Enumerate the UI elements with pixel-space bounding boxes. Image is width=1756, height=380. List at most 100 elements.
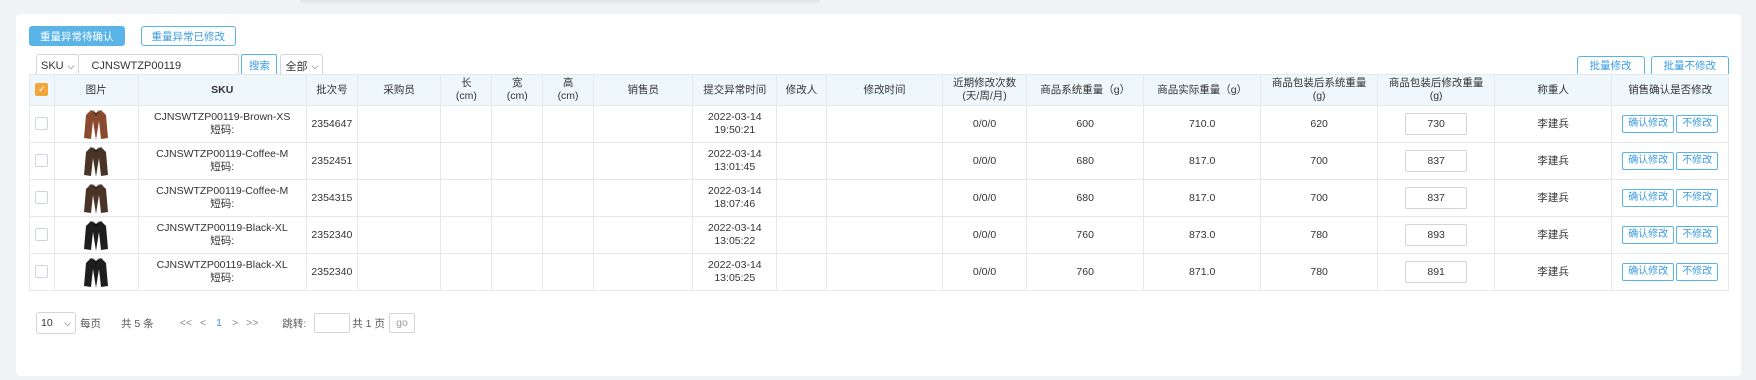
confirm-modify-button[interactable]: 确认修改 bbox=[1622, 226, 1675, 244]
submit-date: 2022-03-14 bbox=[707, 111, 762, 123]
reject-modify-button[interactable]: 不修改 bbox=[1676, 226, 1719, 244]
row-checkbox[interactable] bbox=[35, 154, 49, 168]
modify-time-cell bbox=[825, 105, 944, 143]
pkg-mod-weight-input[interactable]: 837 bbox=[1405, 150, 1468, 172]
col-pkg-sys-weight: 商品包装后系统重量 (g) bbox=[1259, 74, 1379, 106]
actual-weight-cell: 817.0 bbox=[1143, 179, 1261, 217]
confirm-modify-button[interactable]: 确认修改 bbox=[1622, 115, 1675, 133]
col-recent-mod: 近期修改次数 (天/周/月) bbox=[942, 74, 1027, 106]
seller-cell bbox=[592, 253, 694, 291]
submit-time: 18:07:46 bbox=[714, 198, 756, 210]
submit-time: 19:50:21 bbox=[714, 124, 756, 136]
col-pkg-sys-weight-unit: (g) bbox=[1312, 90, 1326, 102]
col-pkg-mod-weight-label: 商品包装后修改重量 bbox=[1388, 77, 1484, 89]
pkg-mod-weight-cell: 891 bbox=[1377, 253, 1495, 291]
col-height-unit: (cm) bbox=[557, 90, 579, 102]
batch-no-modify-button[interactable]: 批量不修改 bbox=[1650, 56, 1729, 76]
buyer-cell bbox=[356, 142, 442, 180]
pkg-mod-weight-input[interactable]: 891 bbox=[1405, 261, 1468, 283]
sku-code: CJNSWTZP00119-Brown-XS bbox=[154, 111, 291, 123]
pkg-mod-weight-input[interactable]: 893 bbox=[1405, 224, 1468, 246]
seller-cell bbox=[592, 179, 694, 217]
pkg-sys-weight-cell: 780 bbox=[1259, 253, 1379, 291]
batch-cell: 2352451 bbox=[305, 142, 358, 180]
recent-mod-cell: 0/0/0 bbox=[942, 179, 1027, 217]
short-code-label: 短码: bbox=[210, 124, 235, 136]
length-cell bbox=[440, 216, 493, 254]
confirm-modify-button[interactable]: 确认修改 bbox=[1622, 189, 1675, 207]
buyer-cell bbox=[356, 253, 442, 291]
confirm-modify-button[interactable]: 确认修改 bbox=[1622, 152, 1675, 170]
row-select-cell[interactable] bbox=[29, 216, 55, 254]
page-size-select[interactable]: 10 ⌵ bbox=[36, 312, 76, 334]
height-cell bbox=[542, 142, 594, 180]
row-select-cell[interactable] bbox=[29, 179, 55, 217]
confirm-cell: 确认修改 不修改 bbox=[1611, 253, 1729, 291]
last-page-button[interactable]: >> bbox=[246, 317, 258, 329]
select-all-checkbox[interactable]: ✓ bbox=[35, 83, 49, 97]
col-weigher: 称重人 bbox=[1493, 74, 1613, 106]
jacket-thumbnail bbox=[84, 110, 109, 140]
buyer-cell bbox=[356, 105, 442, 143]
tab-pending[interactable]: 重量异常待确认 bbox=[29, 26, 125, 46]
sku-code: CJNSWTZP00119-Black-XL bbox=[156, 259, 288, 271]
weigher-cell: 李建兵 bbox=[1493, 105, 1613, 143]
col-length: 长 (cm) bbox=[440, 74, 493, 106]
product-image-cell bbox=[53, 216, 139, 254]
col-image: 图片 bbox=[53, 74, 139, 106]
actual-weight-cell: 871.0 bbox=[1143, 253, 1261, 291]
sys-weight-cell: 760 bbox=[1025, 253, 1145, 291]
confirm-cell: 确认修改 不修改 bbox=[1611, 216, 1729, 254]
col-width: 宽 (cm) bbox=[491, 74, 544, 106]
tab-bar: 重量异常待确认 重量异常已修改 bbox=[29, 26, 236, 46]
row-select-cell[interactable] bbox=[29, 142, 55, 180]
submit-time-cell: 2022-03-14 13:05:25 bbox=[692, 253, 778, 291]
seller-cell bbox=[592, 216, 694, 254]
weigher-cell: 李建兵 bbox=[1493, 142, 1613, 180]
sys-weight-cell: 680 bbox=[1025, 142, 1145, 180]
reject-modify-button[interactable]: 不修改 bbox=[1676, 189, 1719, 207]
go-button[interactable]: go bbox=[388, 313, 415, 333]
jump-input[interactable] bbox=[314, 313, 351, 333]
row-checkbox[interactable] bbox=[35, 117, 49, 131]
batch-cell: 2352340 bbox=[305, 216, 358, 254]
batch-modify-button[interactable]: 批量修改 bbox=[1576, 56, 1645, 76]
status-select-value: 全部 bbox=[285, 61, 308, 73]
length-cell bbox=[440, 253, 493, 291]
table-row: CJNSWTZP00119-Coffee-M 短码: 2352451 2022-0… bbox=[29, 142, 1729, 180]
pkg-mod-weight-input[interactable]: 730 bbox=[1405, 113, 1468, 135]
prev-page-button[interactable]: < bbox=[200, 317, 206, 329]
modify-time-cell bbox=[825, 142, 944, 180]
row-checkbox[interactable] bbox=[35, 228, 49, 242]
reject-modify-button[interactable]: 不修改 bbox=[1676, 115, 1719, 133]
submit-time: 13:05:25 bbox=[714, 272, 756, 284]
submit-date: 2022-03-14 bbox=[707, 148, 762, 160]
next-page-button[interactable]: > bbox=[232, 317, 238, 329]
select-all-cell[interactable]: ✓ bbox=[29, 74, 55, 106]
row-select-cell[interactable] bbox=[29, 253, 55, 291]
row-checkbox[interactable] bbox=[35, 191, 49, 205]
reject-modify-button[interactable]: 不修改 bbox=[1676, 152, 1719, 170]
pkg-mod-weight-cell: 837 bbox=[1377, 179, 1495, 217]
tab-modified[interactable]: 重量异常已修改 bbox=[140, 26, 236, 46]
length-cell bbox=[440, 142, 493, 180]
sys-weight-cell: 600 bbox=[1025, 105, 1145, 143]
col-actual-weight: 商品实际重量（g） bbox=[1143, 74, 1261, 106]
reject-modify-button[interactable]: 不修改 bbox=[1676, 263, 1719, 281]
sku-code: CJNSWTZP00119-Coffee-M bbox=[156, 148, 289, 160]
row-checkbox[interactable] bbox=[35, 265, 49, 279]
pkg-mod-weight-input[interactable]: 837 bbox=[1405, 187, 1468, 209]
pkg-mod-weight-cell: 893 bbox=[1377, 216, 1495, 254]
seller-cell bbox=[592, 105, 694, 143]
col-width-unit: (cm) bbox=[506, 90, 528, 102]
current-page[interactable]: 1 bbox=[216, 317, 222, 329]
confirm-modify-button[interactable]: 确认修改 bbox=[1622, 263, 1675, 281]
pkg-mod-weight-cell: 837 bbox=[1377, 142, 1495, 180]
col-length-label: 长 bbox=[461, 77, 472, 89]
modify-time-cell bbox=[825, 216, 944, 254]
modifier-cell bbox=[776, 105, 827, 143]
row-select-cell[interactable] bbox=[29, 105, 55, 143]
col-pkg-mod-weight: 商品包装后修改重量 (g) bbox=[1377, 74, 1495, 106]
first-page-button[interactable]: << bbox=[180, 317, 192, 329]
recent-mod-cell: 0/0/0 bbox=[942, 253, 1027, 291]
